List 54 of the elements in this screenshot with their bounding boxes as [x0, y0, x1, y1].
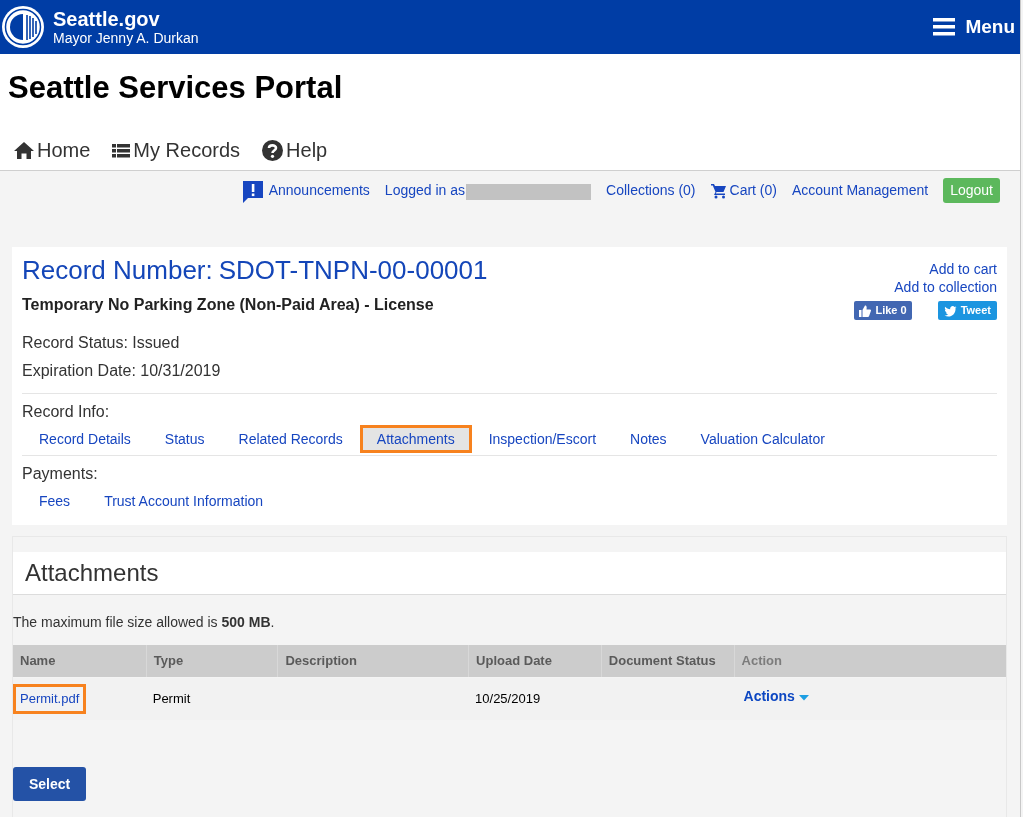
record-tab[interactable]: Notes	[613, 425, 684, 453]
bird-icon	[943, 304, 957, 317]
record-tab[interactable]: Trust Account Information	[87, 487, 281, 515]
record-field: Expiration Date: 10/31/2019	[22, 357, 997, 385]
site-name[interactable]: Seattle.gov	[53, 8, 199, 30]
record-tab[interactable]: Attachments	[359, 425, 472, 453]
menu-icon	[933, 18, 956, 36]
file-size-note: The maximum file size allowed is 500 MB.	[13, 613, 276, 631]
section-label: Payments:	[22, 464, 99, 484]
logged-in-label: Logged in as	[384, 181, 466, 200]
record-number-label: Record Number:	[22, 255, 213, 285]
record-type: Temporary No Parking Zone (Non-Paid Area) - License	[22, 295, 435, 315]
menu-button[interactable]: Menu	[933, 16, 1015, 38]
record-number: SDOT-TNPN-00-00001	[218, 255, 488, 285]
table-cell: Permit	[152, 691, 191, 707]
help-icon	[262, 139, 284, 161]
like-button[interactable]: Like 0	[854, 301, 912, 320]
select-button[interactable]: Select	[13, 767, 86, 801]
caret-icon	[798, 694, 809, 701]
record-field: Record Status: Issued	[22, 329, 997, 357]
section-label: Record Info:	[22, 402, 111, 422]
home-icon	[14, 141, 34, 159]
announcements-link[interactable]: Announcements	[242, 178, 370, 203]
column-header: Action	[741, 652, 782, 671]
actions-menu-button[interactable]: Actions	[743, 685, 809, 707]
account-link[interactable]: Collections (0)	[606, 180, 696, 201]
column-header[interactable]: Upload Date	[476, 651, 552, 671]
seal-logo-icon[interactable]	[2, 6, 44, 48]
mayor-tagline: Mayor Jenny A. Durkan	[53, 30, 199, 46]
nav-link[interactable]: Home	[14, 138, 91, 162]
file-link[interactable]: Permit.pdf	[13, 684, 87, 714]
cart-icon	[710, 182, 726, 199]
nav-link[interactable]: My Records	[112, 138, 241, 162]
record-tab[interactable]: Record Details	[22, 425, 148, 453]
column-header[interactable]: Name	[20, 651, 56, 671]
record-tab[interactable]: Valuation Calculator	[683, 425, 842, 453]
column-header[interactable]: Description	[285, 651, 357, 671]
column-header[interactable]: Document Status	[608, 651, 716, 671]
portal-title: Seattle Services Portal	[8, 70, 344, 106]
record-action-link[interactable]: Add to cart	[929, 260, 997, 278]
record-tab[interactable]: Status	[147, 425, 222, 453]
alert-bubble-icon	[242, 181, 263, 203]
attachments-heading: Attachments	[25, 559, 159, 587]
cart-link[interactable]: Cart (0)	[710, 180, 777, 201]
column-header[interactable]: Type	[153, 651, 184, 671]
list-icon	[112, 142, 131, 158]
thumbs-up-icon	[859, 304, 872, 317]
nav-link[interactable]: Help	[262, 138, 328, 162]
account-link[interactable]: Account Management	[791, 180, 929, 201]
record-action-link[interactable]: Add to collection	[894, 278, 997, 296]
record-tab[interactable]: Fees	[22, 487, 88, 515]
record-tab[interactable]: Inspection/Escort	[471, 425, 614, 453]
table-cell: 10/25/2019	[475, 691, 541, 707]
record-tab[interactable]: Related Records	[221, 425, 360, 453]
